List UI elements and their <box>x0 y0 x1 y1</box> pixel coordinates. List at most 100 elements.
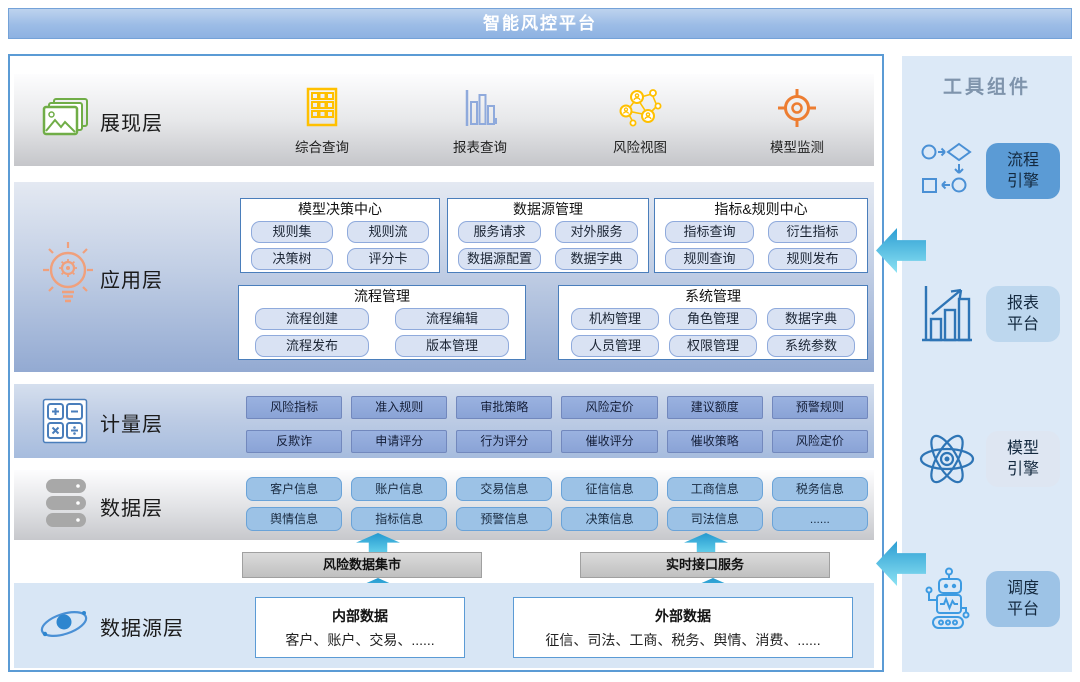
app-module: 机构管理 <box>571 308 659 330</box>
app-module: 系统参数 <box>767 335 855 357</box>
internal-data-title: 内部数据 <box>256 606 464 626</box>
measure-item: 建议额度 <box>667 396 763 419</box>
data-item: 舆情信息 <box>246 507 342 531</box>
data-item: 客户信息 <box>246 477 342 501</box>
measure-item: 风险定价 <box>772 430 868 453</box>
tool-box-report-platform: 报表平台 <box>986 286 1060 342</box>
group-items: 服务请求对外服务数据源配置数据字典 <box>448 220 648 271</box>
group-title: 数据源管理 <box>448 199 648 220</box>
external-data-desc: 征信、司法、工商、税务、舆情、消费、...... <box>514 630 852 650</box>
data-item: 指标信息 <box>351 507 447 531</box>
data-item: 工商信息 <box>667 477 763 501</box>
app-module: 数据字典 <box>767 308 855 330</box>
presentation-item-risk-view: 风险视图 <box>580 84 700 156</box>
galaxy-icon <box>38 602 90 651</box>
internal-data-desc: 客户、账户、交易、...... <box>256 630 464 650</box>
presentation-item-overall-query: 综合查询 <box>262 84 382 156</box>
data-item: 征信信息 <box>561 477 657 501</box>
presentation-item-model-monitor: 模型监测 <box>737 84 857 156</box>
measure-item: 反欺诈 <box>246 430 342 453</box>
data-row-2: 舆情信息指标信息预警信息决策信息司法信息...... <box>246 507 868 531</box>
tool-box-model-engine: 模型引擎 <box>986 431 1060 487</box>
group-items: 机构管理角色管理数据字典人员管理权限管理系统参数 <box>559 307 867 358</box>
application-layer-label: 应用层 <box>100 264 163 293</box>
app-module: 流程创建 <box>255 308 369 330</box>
measure-item: 催收策略 <box>667 430 763 453</box>
datasource-layer-label: 数据源层 <box>100 612 184 641</box>
presentation-item-report-query: 报表查询 <box>420 84 540 156</box>
app-module: 规则集 <box>251 221 333 243</box>
measure-item: 准入规则 <box>351 396 447 419</box>
atom-icon <box>916 428 978 490</box>
app-module: 评分卡 <box>347 248 429 270</box>
presentation-layer-label: 展现层 <box>100 107 163 136</box>
measurement-row-1: 风险指标准入规则审批策略风险定价建议额度预警规则 <box>246 396 868 419</box>
measure-item: 审批策略 <box>456 396 552 419</box>
app-module: 数据字典 <box>555 248 638 270</box>
data-row-1: 客户信息账户信息交易信息征信信息工商信息税务信息 <box>246 477 868 501</box>
measure-item: 预警规则 <box>772 396 868 419</box>
group-items: 流程创建 流程编辑流程发布 版本管理 <box>239 307 525 358</box>
app-module: 规则流 <box>347 221 429 243</box>
group-items: 规则集规则流决策树评分卡 <box>241 220 439 271</box>
app-module: 权限管理 <box>669 335 757 357</box>
data-item: 司法信息 <box>667 507 763 531</box>
bar-chart-icon <box>420 84 540 132</box>
risk-data-mart-bar: 风险数据集市 <box>242 552 482 578</box>
data-item: 账户信息 <box>351 477 447 501</box>
robot-icon <box>916 568 978 630</box>
group-items: 指标查询衍生指标规则查询规则发布 <box>655 220 867 271</box>
report-chart-icon <box>916 283 978 345</box>
group-datasource-mgmt: 数据源管理 服务请求对外服务数据源配置数据字典 <box>447 198 649 273</box>
network-icon <box>580 84 700 132</box>
group-indicator-rule-center: 指标&规则中心 指标查询衍生指标规则查询规则发布 <box>654 198 868 273</box>
app-module: 人员管理 <box>571 335 659 357</box>
database-icon <box>44 479 88 536</box>
platform-banner: 智能风控平台 <box>8 8 1072 39</box>
data-item: 交易信息 <box>456 477 552 501</box>
tools-sidebar-title: 工具组件 <box>902 56 1072 99</box>
data-item: ...... <box>772 507 868 531</box>
measure-item: 风险指标 <box>246 396 342 419</box>
measure-item: 催收评分 <box>561 430 657 453</box>
app-module: 流程发布 <box>255 335 369 357</box>
external-data-title: 外部数据 <box>514 606 852 626</box>
group-system-mgmt: 系统管理 机构管理角色管理数据字典人员管理权限管理系统参数 <box>558 285 868 360</box>
calculator-icon <box>42 398 88 449</box>
tools-sidebar: 工具组件 流程引擎 报表平台 <box>902 56 1072 672</box>
group-title: 指标&规则中心 <box>655 199 867 220</box>
app-module: 规则查询 <box>665 248 754 270</box>
group-title: 流程管理 <box>239 286 525 307</box>
group-title: 模型决策中心 <box>241 199 439 220</box>
realtime-interface-bar: 实时接口服务 <box>580 552 830 578</box>
data-item: 税务信息 <box>772 477 868 501</box>
app-module: 服务请求 <box>458 221 541 243</box>
measure-item: 风险定价 <box>561 396 657 419</box>
platform-title: 智能风控平台 <box>9 9 1071 38</box>
app-module: 数据源配置 <box>458 248 541 270</box>
target-icon <box>737 84 857 132</box>
flowchart-icon <box>916 140 978 202</box>
lightbulb-gear-icon <box>40 240 96 311</box>
measurement-row-2: 反欺诈申请评分行为评分催收评分催收策略风险定价 <box>246 430 868 453</box>
tool-box-process-engine: 流程引擎 <box>986 143 1060 199</box>
measurement-layer-label: 计量层 <box>100 408 163 437</box>
measure-item: 行为评分 <box>456 430 552 453</box>
app-module: 对外服务 <box>555 221 638 243</box>
data-layer-label: 数据层 <box>100 492 163 521</box>
app-module: 版本管理 <box>395 335 509 357</box>
group-title: 系统管理 <box>559 286 867 307</box>
measure-item: 申请评分 <box>351 430 447 453</box>
grid-icon <box>262 84 382 132</box>
tool-box-schedule-platform: 调度平台 <box>986 571 1060 627</box>
group-process-mgmt: 流程管理 流程创建 流程编辑流程发布 版本管理 <box>238 285 526 360</box>
gallery-icon <box>42 97 90 146</box>
app-module: 规则发布 <box>768 248 857 270</box>
data-item: 决策信息 <box>561 507 657 531</box>
app-module: 角色管理 <box>669 308 757 330</box>
data-item: 预警信息 <box>456 507 552 531</box>
app-module: 决策树 <box>251 248 333 270</box>
app-module: 流程编辑 <box>395 308 509 330</box>
internal-data-box: 内部数据 客户、账户、交易、...... <box>255 597 465 658</box>
group-model-decision-center: 模型决策中心 规则集规则流决策树评分卡 <box>240 198 440 273</box>
